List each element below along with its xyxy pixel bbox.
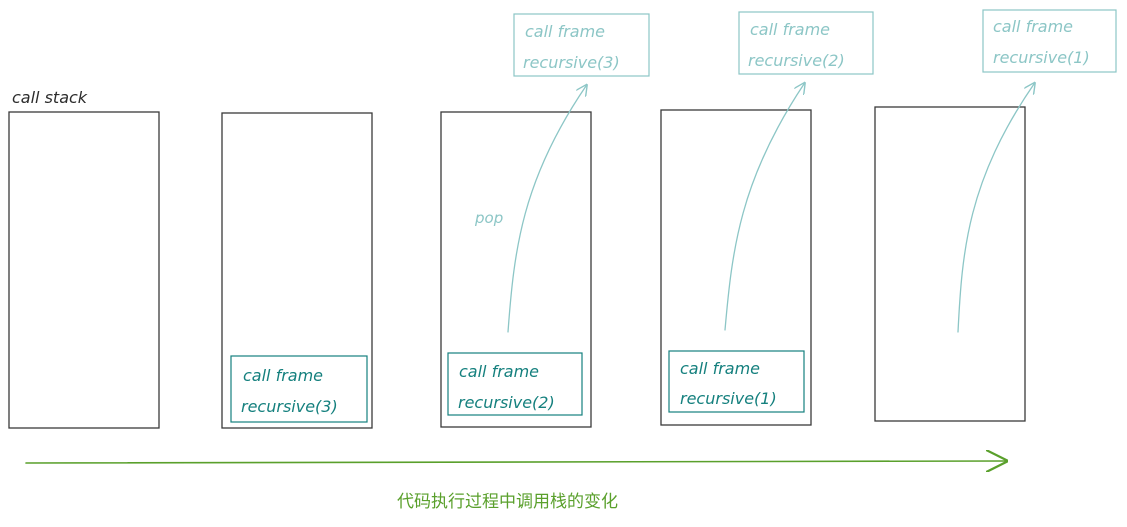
stack-state-3: call frame recursive(2) pop call frame r… — [440, 13, 650, 428]
diagram-caption: 代码执行过程中调用栈的变化 — [397, 492, 618, 512]
frame-name: recursive(3) — [241, 397, 338, 416]
frame-name: recursive(2) — [458, 393, 555, 412]
pop-arrow — [507, 86, 586, 333]
popped-frame-recursive-3: call frame recursive(3) — [513, 13, 650, 77]
frame-title: call frame — [243, 366, 323, 385]
stack-state-1 — [8, 111, 160, 429]
call-stack-label: call stack — [12, 88, 88, 107]
frame-name: recursive(3) — [523, 53, 620, 72]
frame-title: call frame — [993, 17, 1073, 36]
frame-name: recursive(2) — [748, 51, 845, 70]
call-frame-recursive-3: call frame recursive(3) — [230, 355, 368, 423]
stack-state-5: call frame recursive(1) — [874, 9, 1117, 422]
pop-label: pop — [474, 209, 503, 227]
frame-title: call frame — [680, 359, 760, 378]
call-frame-recursive-2: call frame recursive(2) — [447, 352, 583, 416]
stack-state-2: call frame recursive(3) — [221, 112, 373, 429]
frame-title: call frame — [459, 362, 539, 381]
frame-title: call frame — [525, 22, 605, 41]
popped-frame-recursive-1: call frame recursive(1) — [982, 9, 1117, 73]
timeline-arrow — [25, 461, 1006, 463]
call-stack-diagram: call stack call frame recursive(3) call … — [8, 9, 1117, 512]
pop-arrow — [724, 84, 804, 331]
call-frame-recursive-1: call frame recursive(1) — [668, 350, 805, 413]
frame-title: call frame — [750, 20, 830, 39]
stack-state-4: call frame recursive(1) call frame recur… — [660, 11, 874, 426]
frame-name: recursive(1) — [993, 48, 1090, 67]
popped-frame-recursive-2: call frame recursive(2) — [738, 11, 874, 75]
pop-arrow — [957, 84, 1034, 333]
frame-name: recursive(1) — [680, 389, 777, 408]
stack-column-5 — [874, 106, 1026, 422]
stack-column-1 — [8, 111, 160, 429]
